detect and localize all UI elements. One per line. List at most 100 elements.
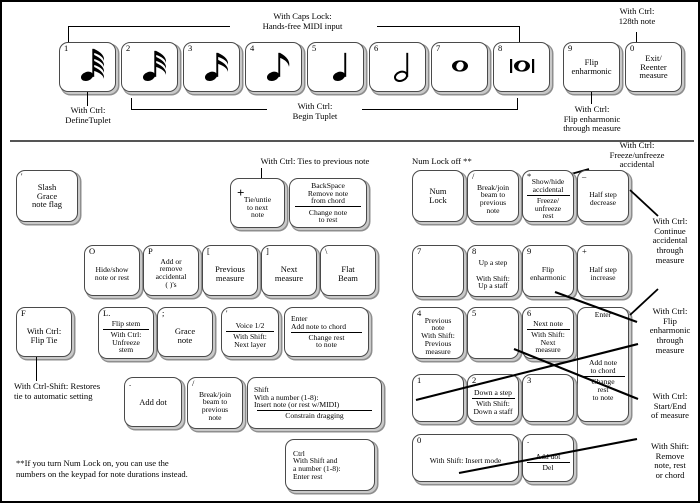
key-apostrophe-label-bottom: With Shift: Next layer — [233, 332, 267, 350]
key-period[interactable]: . Add dot — [124, 377, 182, 427]
key-plus-tie-label: Tie/untie to next note — [243, 195, 272, 220]
note-8th-icon — [265, 45, 295, 89]
key-7[interactable]: 7 — [431, 42, 488, 92]
annotation-continue-accidental: With Ctrl: Continue accidental through m… — [652, 216, 688, 265]
keyboard-shortcut-diagram: With Caps Lock: Hands-free MIDI input Wi… — [0, 0, 700, 503]
key-l-number: L. — [103, 308, 111, 318]
key-5-number: 5 — [312, 43, 317, 53]
key-9[interactable]: 9 Flip enharmonic — [563, 42, 620, 92]
key-np-8-number: 8 — [472, 246, 477, 256]
key-semicolon[interactable]: ; Grace note — [157, 307, 213, 357]
key-np-minus-label: Half step decrease — [589, 190, 617, 207]
key-1[interactable]: 1 — [59, 42, 116, 92]
key-backspace[interactable]: BackSpace Remove note from chord Change … — [289, 178, 367, 228]
key-9-label: Flip enharmonic — [571, 57, 612, 76]
key-backspace-label-top: BackSpace Remove note from chord — [307, 180, 349, 206]
key-np-divide[interactable]: / Break/join beam to previous note — [467, 170, 519, 222]
leader-define-tuplet — [87, 92, 89, 106]
key-slash-number: ' — [21, 171, 23, 181]
annotation-ctrl-begin-tuplet: With Ctrl: Begin Tuplet — [292, 101, 338, 121]
key-f-label: With Ctrl: Flip Tie — [26, 326, 62, 345]
key-np-8[interactable]: 8 Up a step With Shift: Up a staff — [467, 245, 519, 297]
key-plus-tie[interactable]: + Tie/untie to next note — [230, 178, 285, 228]
bracket-capslock-leftleg — [68, 26, 70, 43]
key-backspace-label-bottom: Change note to rest — [308, 207, 348, 225]
key-8[interactable]: 8 — [493, 42, 550, 92]
key-np-7[interactable]: 7 — [412, 245, 464, 297]
key-np-divide-number: / — [472, 171, 475, 181]
key-period-label: Add dot — [139, 396, 167, 407]
annotation-num-lock-off: Num Lock off ** — [412, 156, 472, 166]
annotation-ctrl-128th: With Ctrl: 128th note — [618, 6, 656, 26]
key-bracket-right[interactable]: ] Next measure — [261, 245, 317, 296]
bracket-capslock-left — [68, 26, 230, 28]
key-np-minus[interactable]: – Half step decrease — [577, 170, 629, 222]
note-16th-icon — [203, 45, 233, 89]
leader-flip-enharmonic — [591, 92, 593, 104]
key-apostrophe[interactable]: ' Voice 1/2 With Shift: Next layer — [221, 307, 279, 357]
key-0[interactable]: 0 Exit/ Reenter measure — [625, 42, 682, 92]
key-p[interactable]: P Add or remove accidental ( )'s — [143, 245, 199, 296]
key-np-multiply-label-top: Show/hide accidental — [531, 176, 565, 194]
bracket-capslock-right — [377, 26, 520, 28]
key-0-number: 0 — [630, 43, 635, 53]
key-ctrl-label: Ctrl With Shift and a number (1-8): Ente… — [293, 448, 341, 481]
key-7-number: 7 — [436, 43, 441, 53]
note-whole-icon — [447, 55, 473, 79]
key-4[interactable]: 4 — [245, 42, 302, 92]
key-slash-beam[interactable]: / Break/join beam to previous note — [187, 377, 243, 429]
key-enter[interactable]: Enter Add note to chord Change rest to n… — [284, 307, 369, 357]
key-1-number: 1 — [64, 43, 69, 53]
key-shift[interactable]: Shift With a number (1-8): Insert note (… — [247, 377, 382, 429]
key-backslash-number: \ — [325, 246, 328, 256]
key-np-plus-label: Half step increase — [589, 265, 617, 282]
key-o-label: Hide/show note or rest — [94, 265, 130, 282]
key-slash-label: Slash Grace note flag — [32, 182, 62, 210]
key-np-9-number: 9 — [527, 246, 532, 256]
key-2-number: 2 — [126, 43, 131, 53]
bracket-tuplet-left — [131, 109, 267, 111]
key-2[interactable]: 2 — [121, 42, 178, 92]
annotation-ctrl-flip-enharmonic: With Ctrl: Flip enharmonic through measu… — [563, 104, 621, 134]
key-l[interactable]: L. Flip stem With Ctrl: Unfreeze stem — [98, 307, 154, 359]
key-8-number: 8 — [498, 43, 503, 53]
key-enter-label-top: Enter Add note to chord — [291, 313, 347, 331]
key-6[interactable]: 6 — [369, 42, 426, 92]
key-np-7-number: 7 — [417, 246, 422, 256]
key-np-0-number: 0 — [417, 435, 422, 445]
key-slash-grace[interactable]: ' Slash Grace note flag — [16, 170, 78, 222]
key-np-multiply-number: * — [527, 171, 532, 181]
key-p-label: Add or remove accidental ( )'s — [155, 256, 187, 289]
note-64th-icon — [79, 45, 109, 89]
key-5[interactable]: 5 — [307, 42, 364, 92]
key-np-plus-number: + — [582, 246, 587, 256]
key-f-number: F — [21, 308, 26, 318]
note-32nd-icon — [141, 45, 171, 89]
key-ctrl[interactable]: Ctrl With Shift and a number (1-8): Ente… — [285, 439, 375, 491]
key-f[interactable]: F With Ctrl: Flip Tie — [16, 307, 72, 357]
annotation-caps-lock: With Caps Lock: Hands-free MIDI input — [262, 11, 343, 31]
note-quarter-icon — [331, 45, 357, 89]
key-3-number: 3 — [188, 43, 193, 53]
key-semicolon-number: ; — [162, 308, 165, 318]
key-numlock[interactable]: Num Lock — [412, 170, 464, 222]
key-bracket-left-number: [ — [207, 246, 210, 256]
key-np-4-number: 4 — [417, 308, 422, 318]
key-bracket-left[interactable]: [ Previous measure — [202, 245, 258, 296]
annotation-ctrl-define-tuplet: With Ctrl: DefineTuplet — [65, 105, 111, 125]
key-o[interactable]: O Hide/show note or rest — [84, 245, 140, 296]
note-half-icon — [393, 45, 419, 89]
key-shift-label-top: Shift With a number (1-8): Insert note (… — [254, 384, 340, 410]
key-bracket-left-label: Previous measure — [215, 264, 245, 283]
leader-flip-tie — [36, 357, 38, 381]
key-3[interactable]: 3 — [183, 42, 240, 92]
key-np-multiply[interactable]: * Show/hide accidental Freeze/ unfreeze … — [522, 170, 574, 222]
key-backslash[interactable]: \ Flat Beam — [320, 245, 376, 296]
key-np-2-label-bottom: With Shift: Down a staff — [473, 399, 513, 417]
key-np-8-label: Up a step With Shift: Up a staff — [476, 258, 510, 291]
key-0-label: Exit/ Reenter measure — [639, 53, 668, 81]
leader-remove-note — [458, 437, 638, 475]
key-np-9-label: Flip enharmonic — [530, 264, 566, 282]
key-slash-beam-label: Break/join beam to previous note — [198, 389, 232, 422]
annotation-start-end-measure: With Ctrl: Start/End of measure — [651, 391, 689, 421]
